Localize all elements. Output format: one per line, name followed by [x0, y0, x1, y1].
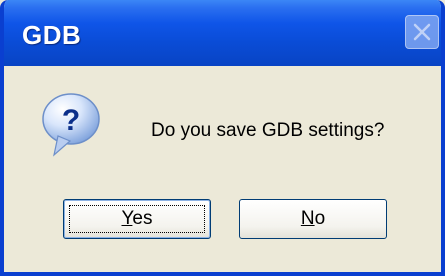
dialog-window: GDB ? Do you save GDB settings? Yes No	[0, 0, 445, 276]
no-button-label: No	[301, 208, 325, 230]
yes-label-rest: es	[132, 208, 153, 229]
close-icon	[413, 23, 431, 41]
close-button[interactable]	[405, 15, 439, 49]
yes-button[interactable]: Yes	[63, 199, 211, 239]
no-button[interactable]: No	[239, 199, 387, 239]
question-icon: ?	[40, 92, 102, 158]
title-bar[interactable]: GDB	[4, 0, 441, 66]
dialog-message: Do you save GDB settings?	[151, 120, 385, 141]
no-mnemonic: N	[300, 208, 315, 229]
no-label-rest: o	[314, 208, 326, 229]
yes-mnemonic: Y	[121, 208, 133, 229]
window-title: GDB	[22, 20, 82, 50]
yes-button-label: Yes	[121, 208, 152, 230]
svg-text:?: ?	[62, 104, 80, 137]
